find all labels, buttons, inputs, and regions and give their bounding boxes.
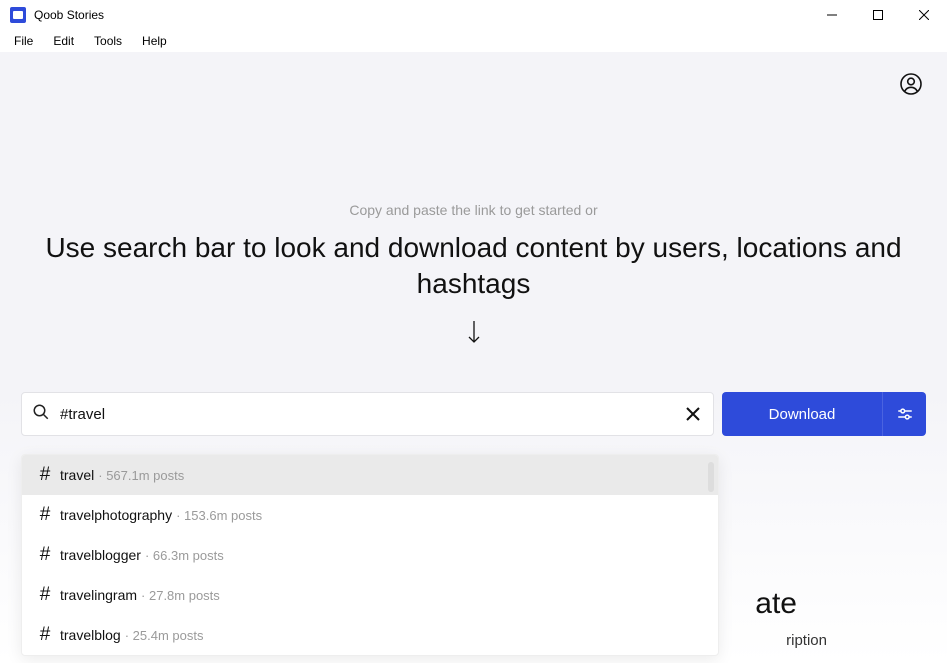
hero: Copy and paste the link to get started o… [0, 202, 947, 303]
maximize-button[interactable] [855, 0, 901, 30]
search-input[interactable] [50, 393, 683, 435]
close-icon [686, 407, 700, 421]
main-area: Copy and paste the link to get started o… [0, 52, 947, 663]
download-settings-button[interactable] [882, 392, 926, 436]
download-button[interactable]: Download [722, 392, 882, 436]
teaser-title-fragment: ate [755, 587, 797, 621]
hero-headline: Use search bar to look and download cont… [0, 230, 947, 303]
suggestion-item[interactable]: #travelblog 25.4m posts [22, 615, 718, 655]
suggestion-item[interactable]: #travel 567.1m posts [22, 455, 718, 495]
suggestion-item[interactable]: #travelphotography 153.6m posts [22, 495, 718, 535]
clear-button[interactable] [683, 404, 703, 424]
hashtag-icon: # [32, 464, 58, 486]
hero-subtitle: Copy and paste the link to get started o… [0, 202, 947, 218]
app-title: Qoob Stories [34, 8, 104, 22]
suggestion-tag: travel [60, 467, 94, 483]
titlebar: Qoob Stories [0, 0, 947, 30]
profile-icon [899, 72, 923, 96]
search-row: Download [21, 392, 926, 436]
hashtag-icon: # [32, 584, 58, 606]
sliders-icon [896, 405, 914, 423]
window-controls [809, 0, 947, 30]
down-arrow-icon [466, 318, 482, 344]
suggestion-count: 153.6m posts [176, 508, 262, 523]
menu-tools[interactable]: Tools [84, 32, 132, 50]
suggestion-item[interactable]: #travelingram 27.8m posts [22, 575, 718, 615]
suggestion-tag: travelblogger [60, 547, 141, 563]
menu-edit[interactable]: Edit [43, 32, 84, 50]
teaser-subtitle-fragment: ription [786, 632, 827, 649]
search-suggestions: #travel567.1m posts#travelphotography153… [21, 454, 719, 656]
menubar: File Edit Tools Help [0, 30, 947, 52]
suggestion-count: 567.1m posts [98, 468, 184, 483]
download-button-group: Download [722, 392, 926, 436]
search-box [21, 392, 714, 436]
hashtag-icon: # [32, 504, 58, 526]
menu-file[interactable]: File [4, 32, 43, 50]
suggestion-count: 66.3m posts [145, 548, 224, 563]
suggestion-count: 27.8m posts [141, 588, 220, 603]
profile-button[interactable] [899, 72, 923, 96]
suggestion-item[interactable]: #travelblogger 66.3m posts [22, 535, 718, 575]
hashtag-icon: # [32, 544, 58, 566]
hashtag-icon: # [32, 624, 58, 646]
suggestion-tag: travelingram [60, 587, 137, 603]
close-button[interactable] [901, 0, 947, 30]
suggestion-count: 25.4m posts [125, 628, 204, 643]
suggestion-tag: travelphotography [60, 507, 172, 523]
scroll-thumb[interactable] [708, 462, 714, 492]
menu-help[interactable]: Help [132, 32, 177, 50]
suggestion-tag: travelblog [60, 627, 121, 643]
minimize-button[interactable] [809, 0, 855, 30]
app-icon [10, 7, 26, 23]
search-icon [32, 403, 50, 426]
